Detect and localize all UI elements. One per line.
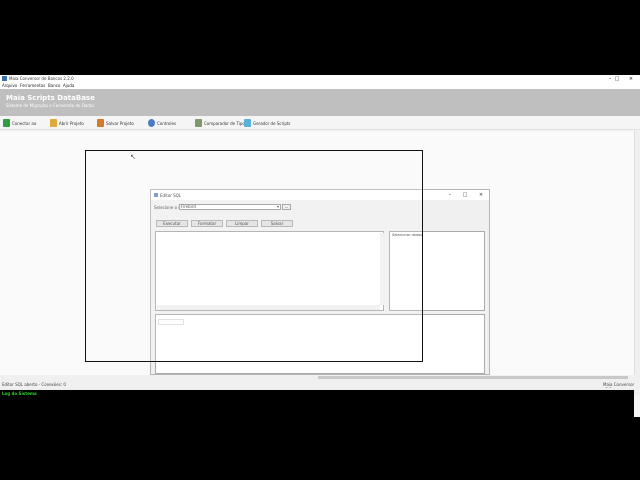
controls-button[interactable]: Controles	[148, 118, 176, 128]
gear-icon	[148, 119, 155, 127]
type-comparator-label: Comparador de Tipos	[204, 120, 247, 126]
mouse-cursor-icon: ↖	[130, 153, 136, 161]
connect-button[interactable]: Conectar ao	[3, 118, 36, 128]
banner-subtitle: Sistema de Migração e Conversão de Dados	[6, 103, 95, 108]
open-project-label: Abrir Projeto	[59, 120, 84, 126]
header-banner: Maia Scripts DataBase Sistema de Migraçã…	[0, 89, 640, 116]
table-icon	[195, 119, 202, 127]
controls-label: Controles	[157, 120, 177, 126]
menu-ferramentas[interactable]: Ferramentas	[20, 83, 45, 88]
toolbar: Conectar ao Abrir Projeto Salvar Projeto…	[0, 116, 640, 130]
script-generator-button[interactable]: Gerador de Scripts	[244, 118, 291, 128]
window-title: Maia Conversor de Bancos 2.2.0	[9, 76, 74, 81]
vertical-scrollbar[interactable]	[634, 131, 640, 375]
menu-banco[interactable]: Banco	[48, 83, 60, 88]
log-scrollbar[interactable]	[634, 395, 640, 417]
type-comparator-button[interactable]: Comparador de Tipos	[195, 118, 247, 128]
open-project-button[interactable]: Abrir Projeto	[50, 118, 84, 128]
log-panel: Log do Sistema	[0, 388, 634, 417]
menu-arquivo[interactable]: Arquivo	[2, 83, 17, 88]
save-project-button[interactable]: Salvar Projeto	[97, 118, 134, 128]
horizontal-scroll-thumb[interactable]	[318, 376, 628, 379]
dialog-maximize-button[interactable]: □	[458, 191, 472, 199]
script-generator-label: Gerador de Scripts	[253, 120, 291, 126]
script-icon	[244, 119, 251, 127]
status-text: Editor SQL aberto - Conexões: 0	[2, 382, 66, 387]
dialog-minimize-button[interactable]: –	[443, 191, 457, 199]
connect-label: Conectar ao	[12, 120, 37, 126]
database-icon	[3, 119, 10, 127]
selection-rectangle	[85, 150, 423, 362]
status-bar: Editor SQL aberto - Conexões: 0 Maia Con…	[0, 380, 640, 392]
screen: Maia Conversor de Bancos 2.2.0 – □ × Arq…	[0, 0, 640, 480]
save-icon	[97, 119, 104, 127]
menu-ajuda[interactable]: Ajuda	[63, 83, 74, 88]
dialog-close-button[interactable]: ×	[474, 191, 488, 199]
maximize-button[interactable]: □	[611, 75, 623, 83]
save-project-label: Salvar Projeto	[106, 120, 134, 126]
log-title: Log do Sistema	[2, 391, 37, 396]
folder-icon	[50, 119, 57, 127]
close-button[interactable]: ×	[625, 75, 637, 83]
window-titlebar: Maia Conversor de Bancos 2.2.0 – □ ×	[0, 75, 640, 83]
app-icon	[2, 76, 7, 81]
banner-title: Maia Scripts DataBase	[6, 94, 95, 102]
